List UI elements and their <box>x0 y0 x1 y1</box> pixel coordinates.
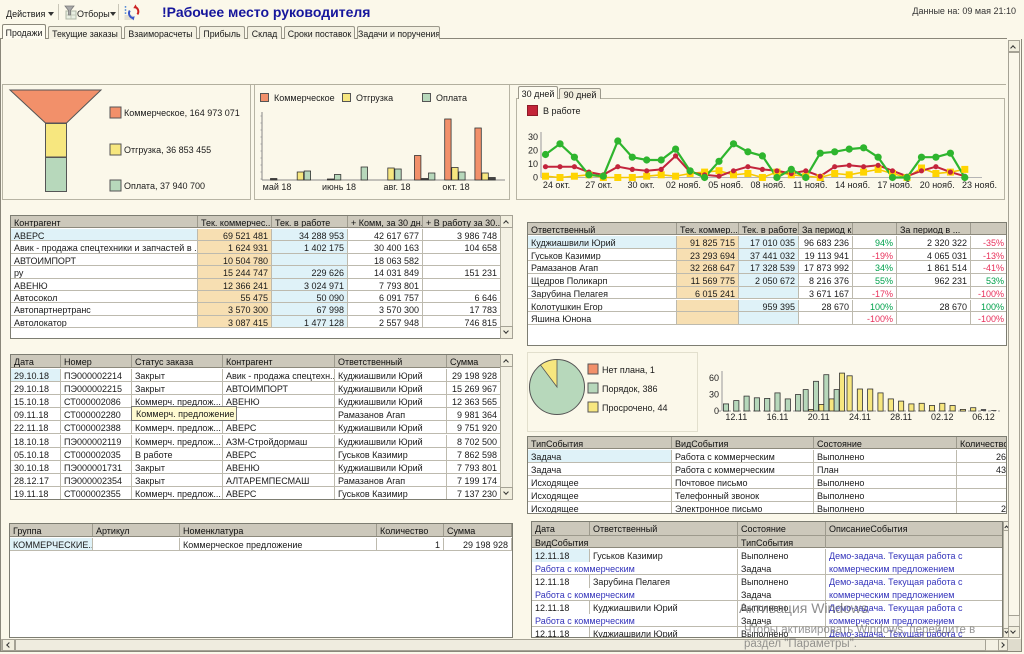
svg-text:24 окт.: 24 окт. <box>543 180 570 190</box>
svg-text:0: 0 <box>714 406 719 416</box>
svg-text:14 нояб.: 14 нояб. <box>835 180 870 190</box>
svg-text:11 нояб.: 11 нояб. <box>793 180 827 190</box>
svg-text:20: 20 <box>528 146 538 156</box>
svg-text:0: 0 <box>533 173 538 183</box>
svg-text:17 нояб.: 17 нояб. <box>877 180 912 190</box>
svg-text:16.11: 16.11 <box>767 412 789 422</box>
svg-text:30 окт.: 30 окт. <box>628 180 655 190</box>
svg-text:60: 60 <box>709 373 719 383</box>
svg-text:02.12: 02.12 <box>931 412 954 422</box>
svg-text:20 нояб.: 20 нояб. <box>920 180 955 190</box>
svg-text:12.11: 12.11 <box>725 412 747 422</box>
svg-text:20.11: 20.11 <box>808 412 830 422</box>
svg-text:24.11: 24.11 <box>849 412 871 422</box>
svg-text:30: 30 <box>528 132 538 142</box>
svg-text:май 18: май 18 <box>263 182 292 192</box>
svg-text:авг. 18: авг. 18 <box>384 182 411 192</box>
svg-text:23 нояб.: 23 нояб. <box>962 180 997 190</box>
svg-text:27 окт.: 27 окт. <box>585 180 612 190</box>
svg-text:30: 30 <box>709 390 719 400</box>
svg-text:28.11: 28.11 <box>890 412 912 422</box>
svg-text:окт. 18: окт. 18 <box>442 182 469 192</box>
svg-text:05 нояб.: 05 нояб. <box>708 180 743 190</box>
svg-text:06.12: 06.12 <box>972 412 995 422</box>
svg-text:08 нояб.: 08 нояб. <box>750 180 785 190</box>
svg-text:июнь 18: июнь 18 <box>322 182 356 192</box>
svg-text:10: 10 <box>528 159 538 169</box>
svg-text:02 нояб.: 02 нояб. <box>666 180 701 190</box>
